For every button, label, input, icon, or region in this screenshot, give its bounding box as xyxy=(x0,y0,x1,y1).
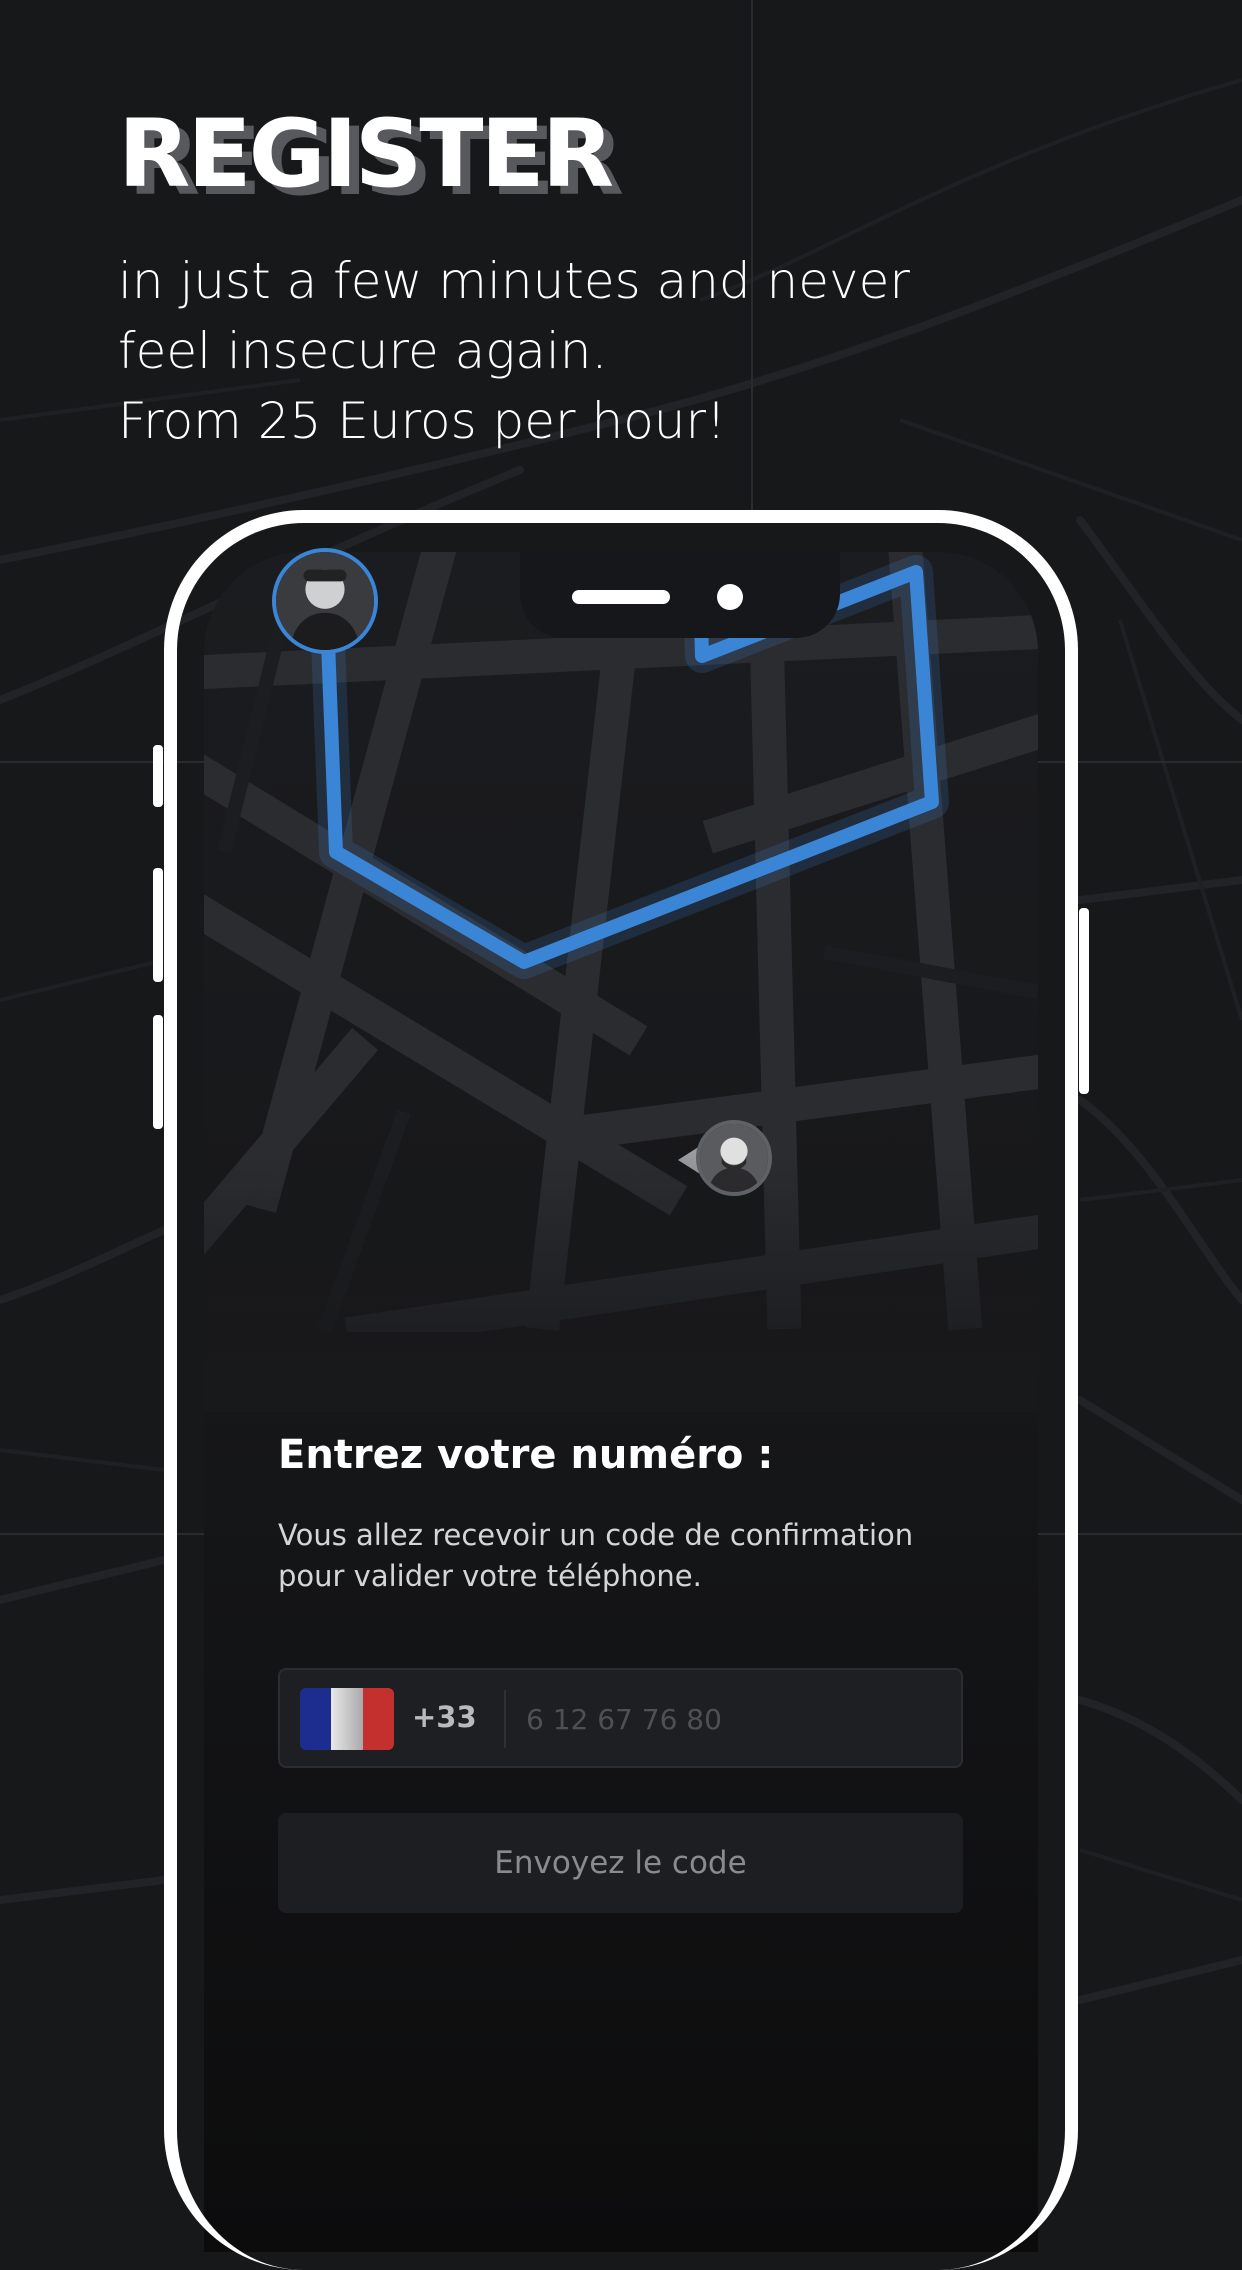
phone-notch xyxy=(520,552,840,638)
promo-tagline-line: in just a few minutes and never xyxy=(118,252,910,310)
promo-headline: REGISTER xyxy=(118,100,614,209)
phone-frame xyxy=(164,510,1078,2270)
france-flag-icon[interactable] xyxy=(300,1688,394,1750)
form-title: Entrez votre numéro : xyxy=(278,1432,774,1478)
front-camera xyxy=(717,584,743,610)
form-description-line: pour valider votre téléphone. xyxy=(278,1559,702,1593)
phone-volume-down-button xyxy=(153,1015,163,1129)
country-dial-code[interactable]: +33 xyxy=(412,1700,477,1734)
phone-volume-up-button xyxy=(153,868,163,982)
phone-number-input[interactable] xyxy=(526,1692,946,1746)
form-description-line: Vous allez recevoir un code de confirmat… xyxy=(278,1518,914,1552)
promo-tagline-line: feel insecure again. xyxy=(118,322,608,380)
promo-tagline-line: From 25 Euros per hour! xyxy=(118,392,727,450)
form-description: Vous allez recevoir un code de confirmat… xyxy=(278,1515,978,1597)
phone-speaker xyxy=(572,590,670,604)
promo-tagline: in just a few minutes and never feel ins… xyxy=(118,246,1018,456)
field-divider xyxy=(504,1690,506,1748)
phone-silent-switch xyxy=(153,745,163,807)
send-code-button[interactable]: Envoyez le code xyxy=(278,1813,963,1913)
phone-number-field: +33 xyxy=(278,1668,963,1768)
phone-power-button xyxy=(1079,908,1089,1094)
